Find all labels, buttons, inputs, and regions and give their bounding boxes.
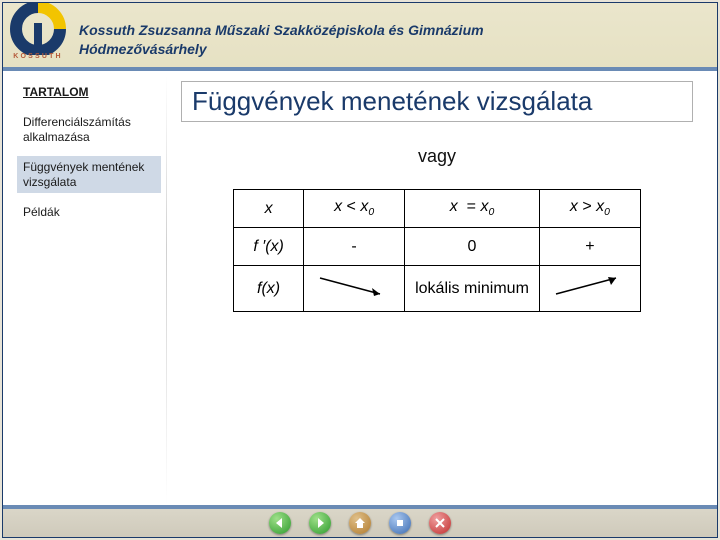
analysis-table: x x < x0 x = x0 x > x0 f ′(x) - 0 + f(x) [233,189,641,312]
row-header-f: f(x) [234,266,304,312]
stop-button[interactable] [389,512,411,534]
school-logo: KOSSUTH [3,1,79,69]
nav-toc[interactable]: TARTALOM [17,81,161,103]
arrow-up-icon [550,274,630,298]
footer-nav [3,505,717,537]
forward-button[interactable] [309,512,331,534]
cell: 0 [405,228,540,266]
page-title: Függvények menetének vizsgálata [181,81,693,122]
app-frame: KOSSUTH Kossuth Zsuzsanna Műszaki Szakkö… [2,2,718,538]
nav-item-diff[interactable]: Differenciálszámítás alkalmazása [17,111,161,148]
home-button[interactable] [349,512,371,534]
cell: - [304,228,405,266]
logo-label: KOSSUTH [9,53,67,60]
close-button[interactable] [429,512,451,534]
cell: + [539,228,640,266]
header: KOSSUTH Kossuth Zsuzsanna Műszaki Szakkö… [3,3,717,71]
nav-item-funcs[interactable]: Függvények mentének vizsgálata [17,156,161,193]
nav-item-examples[interactable]: Példák [17,201,161,223]
table-row: f(x) lokális minimum [234,266,641,312]
body-area: TARTALOM Differenciálszámítás alkalmazás… [3,75,717,505]
subhead: vagy [181,146,693,167]
table-row: x x < x0 x = x0 x > x0 [234,190,641,228]
row-header-x: x [234,190,304,228]
school-name: Kossuth Zsuzsanna Műszaki Szakközépiskol… [79,21,484,40]
cell-local-min: lokális minimum [405,266,540,312]
school-title: Kossuth Zsuzsanna Műszaki Szakközépiskol… [79,11,484,59]
arrow-down-icon [314,274,394,298]
cell: x = x0 [405,190,540,228]
table-row: f ′(x) - 0 + [234,228,641,266]
main-content: Függvények menetének vizsgálata vagy x x… [167,75,717,505]
cell: x < x0 [304,190,405,228]
local-min-label: lokális minimum [415,280,529,297]
cell-arrow-down [304,266,405,312]
row-header-fprime: f ′(x) [234,228,304,266]
back-button[interactable] [269,512,291,534]
cell: x > x0 [539,190,640,228]
school-city: Hódmezővásárhely [79,40,484,59]
cell-arrow-up [539,266,640,312]
sidebar: TARTALOM Differenciálszámítás alkalmazás… [3,75,167,505]
